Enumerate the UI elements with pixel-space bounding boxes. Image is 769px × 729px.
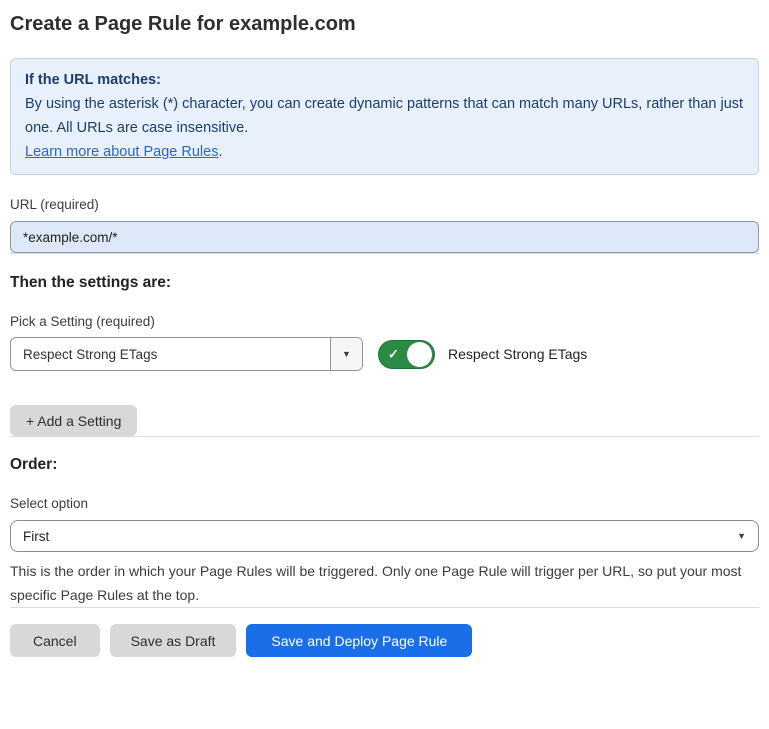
pick-setting-label: Pick a Setting (required) [10,314,759,330]
learn-more-link[interactable]: Learn more about Page Rules [25,144,218,160]
etags-toggle-label: Respect Strong ETags [448,346,587,362]
save-as-draft-button[interactable]: Save as Draft [110,624,237,657]
etags-toggle[interactable]: ✓ [378,340,435,369]
check-icon: ✓ [388,348,399,361]
section-divider [10,436,759,437]
info-box-heading: If the URL matches: [25,68,744,92]
order-heading: Order: [10,456,759,474]
info-box-link-line: Learn more about Page Rules. [25,140,744,164]
setting-dropdown-value: Respect Strong ETags [11,338,330,370]
setting-row: Respect Strong ETags ▼ ✓ Respect Strong … [10,337,759,371]
settings-heading: Then the settings are: [10,274,759,292]
chevron-down-icon: ▼ [342,350,351,359]
url-match-info-box: If the URL matches: By using the asteris… [10,58,759,175]
order-select[interactable]: First ▼ [10,520,759,552]
section-divider [10,253,759,254]
order-help-text: This is the order in which your Page Rul… [10,559,759,607]
order-select-value: First [23,529,737,544]
url-label: URL (required) [10,197,759,213]
setting-dropdown-arrow-button[interactable]: ▼ [330,338,362,370]
footer-actions: Cancel Save as Draft Save and Deploy Pag… [10,624,759,657]
info-box-body: By using the asterisk (*) character, you… [25,92,744,140]
setting-dropdown[interactable]: Respect Strong ETags ▼ [10,337,363,371]
link-period: . [218,144,222,160]
toggle-knob [407,342,432,367]
page-title: Create a Page Rule for example.com [10,11,759,37]
chevron-down-icon: ▼ [737,532,746,541]
footer-divider [10,607,759,608]
add-setting-button[interactable]: + Add a Setting [10,405,137,436]
order-select-label: Select option [10,496,759,512]
page-rule-form: Create a Page Rule for example.com If th… [0,11,769,657]
save-and-deploy-button[interactable]: Save and Deploy Page Rule [246,624,472,657]
cancel-button[interactable]: Cancel [10,624,100,657]
url-input[interactable] [10,221,759,253]
